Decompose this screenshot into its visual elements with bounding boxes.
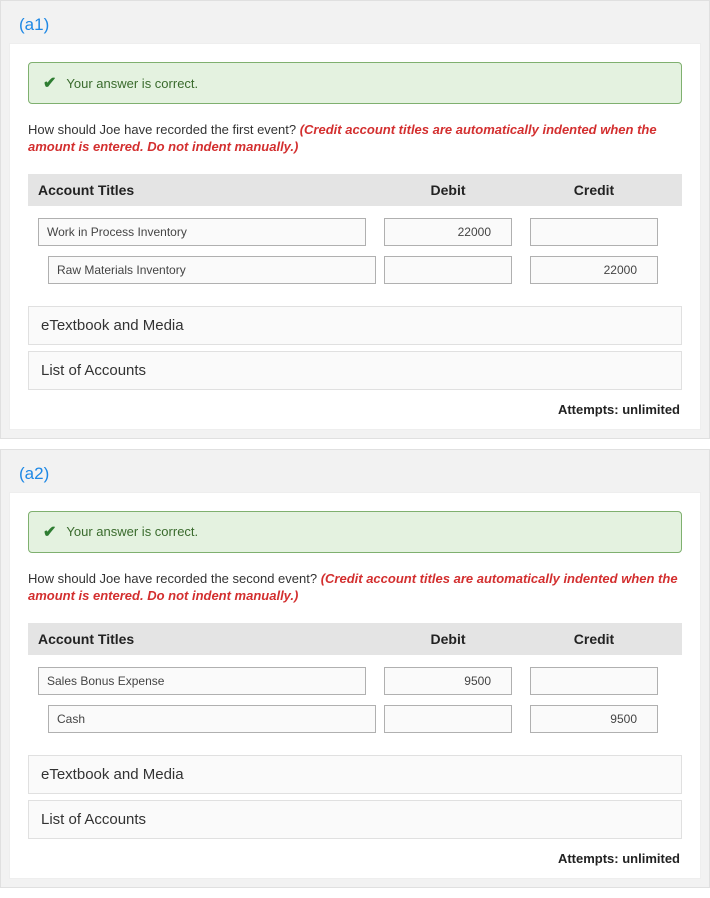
header-credit: Credit <box>530 631 658 647</box>
account-title-input[interactable] <box>48 705 376 733</box>
resource-accordion: eTextbook and Media List of Accounts <box>28 306 682 390</box>
credit-input[interactable] <box>530 256 658 284</box>
part-label: (a1) <box>1 1 709 43</box>
debit-input[interactable] <box>384 218 512 246</box>
check-icon: ✔ <box>43 522 56 542</box>
status-message: Your answer is correct. <box>66 76 198 91</box>
debit-input[interactable] <box>384 256 512 284</box>
prompt-text: How should Joe have recorded the first e… <box>28 122 300 137</box>
check-icon: ✔ <box>43 73 56 93</box>
debit-input[interactable] <box>384 705 512 733</box>
prompt-text: How should Joe have recorded the second … <box>28 571 321 586</box>
header-account-titles: Account Titles <box>38 182 366 198</box>
account-title-input[interactable] <box>38 667 366 695</box>
etextbook-link[interactable]: eTextbook and Media <box>28 755 682 794</box>
attempts-label: Attempts: unlimited <box>28 396 682 419</box>
table-row <box>28 218 682 246</box>
etextbook-link[interactable]: eTextbook and Media <box>28 306 682 345</box>
list-of-accounts-link[interactable]: List of Accounts <box>28 800 682 839</box>
resource-accordion: eTextbook and Media List of Accounts <box>28 755 682 839</box>
part-body: ✔ Your answer is correct. How should Joe… <box>9 492 701 879</box>
part-body: ✔ Your answer is correct. How should Joe… <box>9 43 701 430</box>
list-of-accounts-link[interactable]: List of Accounts <box>28 351 682 390</box>
account-title-input[interactable] <box>48 256 376 284</box>
journal-entry-table: Account Titles Debit Credit <box>28 174 682 284</box>
part-a2: (a2) ✔ Your answer is correct. How shoul… <box>0 449 710 888</box>
header-debit: Debit <box>384 631 512 647</box>
attempts-label: Attempts: unlimited <box>28 845 682 868</box>
question-prompt: How should Joe have recorded the first e… <box>28 122 682 156</box>
credit-input[interactable] <box>530 705 658 733</box>
debit-input[interactable] <box>384 667 512 695</box>
credit-input[interactable] <box>530 667 658 695</box>
header-debit: Debit <box>384 182 512 198</box>
table-header-row: Account Titles Debit Credit <box>28 174 682 206</box>
table-row <box>28 705 682 733</box>
question-prompt: How should Joe have recorded the second … <box>28 571 682 605</box>
status-correct: ✔ Your answer is correct. <box>28 511 682 553</box>
credit-input[interactable] <box>530 218 658 246</box>
status-correct: ✔ Your answer is correct. <box>28 62 682 104</box>
journal-entry-table: Account Titles Debit Credit <box>28 623 682 733</box>
table-row <box>28 256 682 284</box>
part-a1: (a1) ✔ Your answer is correct. How shoul… <box>0 0 710 439</box>
header-credit: Credit <box>530 182 658 198</box>
account-title-input[interactable] <box>38 218 366 246</box>
status-message: Your answer is correct. <box>66 524 198 539</box>
part-label: (a2) <box>1 450 709 492</box>
table-header-row: Account Titles Debit Credit <box>28 623 682 655</box>
header-account-titles: Account Titles <box>38 631 366 647</box>
table-row <box>28 667 682 695</box>
